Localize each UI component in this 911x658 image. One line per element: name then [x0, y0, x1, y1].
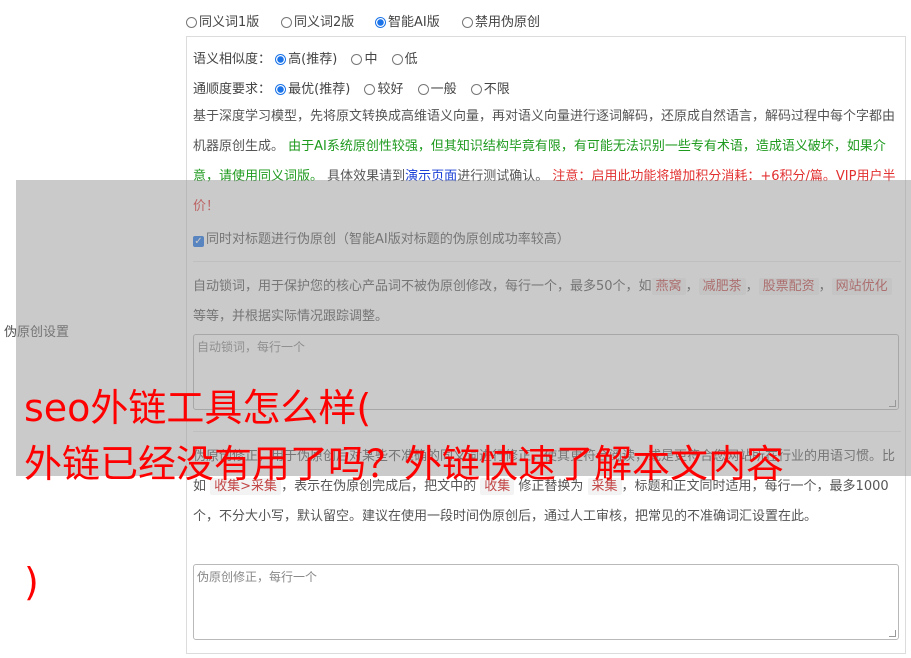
- checkbox-checked-icon[interactable]: ✓: [193, 236, 204, 247]
- resize-handle-icon[interactable]: [889, 630, 896, 637]
- similarity-high[interactable]: 高(推荐): [275, 52, 337, 67]
- option-label: 不限: [483, 82, 510, 97]
- version-label: 同义词1版: [199, 15, 260, 30]
- radio-icon[interactable]: [351, 54, 363, 65]
- version-label: 智能AI版: [388, 15, 440, 30]
- radio-icon[interactable]: [462, 17, 473, 28]
- correction-placeholder: 伪原创修正，每行一个: [197, 570, 318, 584]
- fluency-normal[interactable]: 一般: [417, 82, 457, 97]
- lock-words-text: 自动锁词，用于保护您的核心产品词不被伪原创修改，每行一个，最多50个，如: [193, 279, 652, 294]
- version-option-ai[interactable]: 智能AI版: [375, 11, 440, 30]
- radio-selected-icon[interactable]: [275, 84, 287, 95]
- version-label: 禁用伪原创: [475, 15, 541, 30]
- checkbox-label: 同时对标题进行伪原创（智能AI版对标题的伪原创成功率较高）: [206, 232, 570, 247]
- option-label: 一般: [430, 82, 457, 97]
- similarity-label: 语义相似度：: [193, 52, 272, 67]
- similarity-mid[interactable]: 中: [351, 52, 377, 67]
- ai-description: 基于深度学习模型，先将原文转换成高维语义向量，再对语义向量进行逐词解码，还原成自…: [193, 102, 897, 222]
- radio-selected-icon[interactable]: [375, 17, 386, 28]
- headline-line-2: 外链已经没有用了吗？外链快速了解本文内容: [24, 442, 785, 486]
- radio-icon[interactable]: [417, 84, 429, 95]
- demo-suffix: 进行测试确认。: [457, 169, 549, 184]
- option-label: 高(推荐): [288, 52, 338, 67]
- demo-prefix: 具体效果请到: [327, 169, 406, 184]
- fluency-best[interactable]: 最优(推荐): [275, 82, 350, 97]
- lock-words-placeholder: 自动锁词，每行一个: [197, 340, 306, 354]
- side-label: 伪原创设置: [4, 325, 70, 340]
- lock-words-suffix: 等等，并根据实际情况跟踪调整。: [193, 309, 389, 324]
- fluency-good[interactable]: 较好: [364, 82, 403, 97]
- fluency-row: 通顺度要求： 最优(推荐) 较好 一般 不限: [193, 78, 520, 97]
- option-label: 低: [404, 52, 418, 67]
- settings-panel: 语义相似度： 高(推荐) 中 低 通顺度要求： 最优(推荐) 较好 一般 不限 …: [186, 36, 906, 654]
- demo-link[interactable]: 演示页面: [405, 169, 457, 184]
- similarity-low[interactable]: 低: [391, 52, 418, 67]
- lock-words-description: 自动锁词，用于保护您的核心产品词不被伪原创修改，每行一个，最多50个，如 燕窝，减…: [193, 272, 897, 332]
- radio-icon[interactable]: [364, 84, 376, 95]
- version-option-2[interactable]: 同义词2版: [281, 11, 354, 30]
- option-label: 中: [364, 52, 378, 67]
- example-tag: 网站优化: [831, 278, 892, 295]
- radio-icon[interactable]: [281, 17, 292, 28]
- radio-icon[interactable]: [186, 17, 197, 28]
- example-tag: 减肥茶: [698, 278, 746, 295]
- example-tag: 股票配资: [758, 278, 819, 295]
- divider: [193, 261, 901, 262]
- radio-icon[interactable]: [391, 54, 403, 65]
- title-checkbox[interactable]: ✓ 同时对标题进行伪原创（智能AI版对标题的伪原创成功率较高）: [193, 228, 570, 247]
- version-label: 同义词2版: [294, 15, 355, 30]
- correction-input[interactable]: 伪原创修正，每行一个: [193, 564, 899, 640]
- fluency-label: 通顺度要求：: [193, 82, 272, 97]
- example-tag: 燕窝: [651, 278, 686, 295]
- resize-handle-icon[interactable]: [889, 400, 896, 407]
- fluency-any[interactable]: 不限: [470, 82, 510, 97]
- version-option-1[interactable]: 同义词1版: [186, 11, 259, 30]
- headline-line-1: seo外链工具怎么样(: [24, 386, 372, 430]
- version-option-disable[interactable]: 禁用伪原创: [462, 11, 540, 30]
- option-label: 最优(推荐): [288, 82, 351, 97]
- radio-selected-icon[interactable]: [275, 54, 287, 65]
- option-label: 较好: [377, 82, 404, 97]
- radio-icon[interactable]: [470, 84, 482, 95]
- similarity-row: 语义相似度： 高(推荐) 中 低: [193, 48, 428, 67]
- headline-line-3: ): [24, 560, 39, 604]
